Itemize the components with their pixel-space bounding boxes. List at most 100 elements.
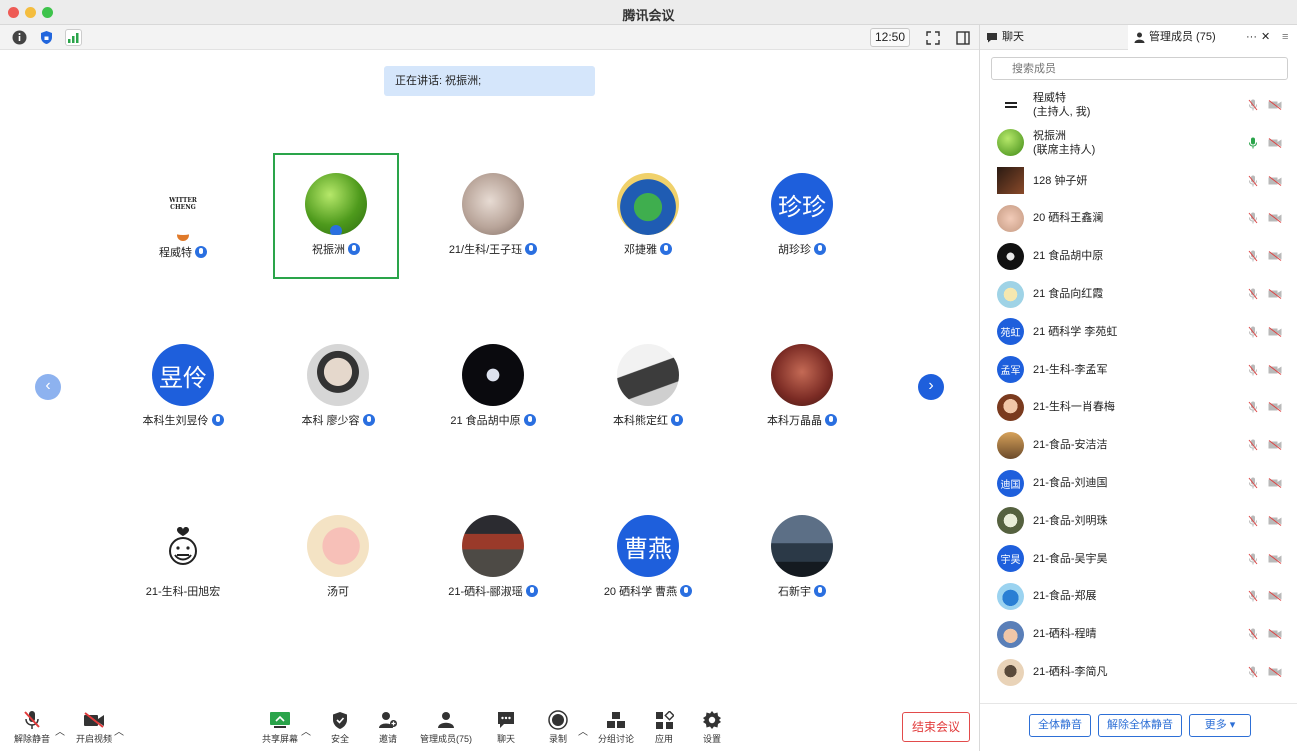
camera-off-icon[interactable] — [1268, 289, 1282, 299]
member-row[interactable]: 21-食品-刘明珠 — [980, 503, 1297, 539]
video-tile[interactable]: 21 食品胡中原 — [430, 324, 556, 450]
avatar — [617, 173, 679, 235]
member-row[interactable]: 20 硒科王鑫澜 — [980, 200, 1297, 236]
end-meeting-button[interactable]: 结束会议 — [902, 712, 970, 742]
member-row[interactable]: 程威特 (主持人, 我) — [980, 87, 1297, 123]
camera-off-icon[interactable] — [1268, 137, 1282, 148]
search-member-input[interactable] — [991, 57, 1288, 80]
video-tile[interactable]: 曹燕 20 硒科学 曹燕 — [585, 495, 711, 621]
cartoon-face-icon — [169, 527, 197, 565]
mic-muted-icon — [21, 710, 43, 730]
member-row[interactable]: 21-硒科-程晴 — [980, 616, 1297, 652]
more-options-icon[interactable]: ··· — [1246, 25, 1257, 50]
video-tile[interactable]: 21-硒科-郦淑瑶 — [430, 495, 556, 621]
camera-off-icon[interactable] — [1268, 629, 1282, 640]
signal-strength-icon[interactable] — [65, 29, 82, 46]
settings-button[interactable]: 设置 — [682, 710, 742, 745]
speaking-indicator: 正在讲话: 祝振洲; — [384, 66, 595, 96]
member-row[interactable]: 21-食品-郑展 — [980, 578, 1297, 614]
mic-muted-icon[interactable] — [1248, 553, 1258, 565]
camera-off-icon[interactable] — [1268, 175, 1282, 186]
camera-off-icon[interactable] — [1268, 364, 1282, 375]
chat-button[interactable]: 聊天 — [476, 710, 536, 745]
member-row[interactable]: 宇昊 21-食品-吴宇昊 — [980, 541, 1297, 577]
member-row[interactable]: 21-硒科-李简凡 — [980, 654, 1297, 690]
tab-chat[interactable]: 聊天 — [986, 25, 1024, 50]
next-page-button[interactable]: › — [918, 374, 944, 400]
camera-off-icon[interactable] — [1268, 515, 1282, 526]
more-button[interactable]: 更多 ▾ — [1189, 714, 1251, 737]
breakout-icon — [605, 710, 627, 730]
video-tile[interactable]: 石新宇 — [739, 495, 865, 621]
video-tile[interactable]: 汤可 — [275, 495, 401, 621]
info-icon[interactable] — [11, 29, 28, 46]
video-tile[interactable]: 本科 廖少容 — [275, 324, 401, 450]
previous-page-button[interactable]: ‹ — [35, 374, 61, 400]
manage-members-button[interactable]: 管理成员(75) — [414, 710, 478, 745]
video-options-chevron-icon[interactable]: ︿ — [114, 723, 124, 738]
video-tile[interactable]: 邓捷雅 — [585, 153, 711, 279]
member-row[interactable]: 21 食品胡中原 — [980, 238, 1297, 274]
layout-sidebar-icon[interactable] — [954, 29, 971, 46]
mic-muted-icon[interactable] — [1248, 401, 1258, 413]
video-tile[interactable]: 21/生科/王子珏 — [430, 153, 556, 279]
meeting-bottom-toolbar: 解除静音 ︿ 开启视频 ︿ 共享屏幕 ︿ 安全 邀请 管理成员(75) 聊天 录… — [0, 700, 979, 751]
camera-off-icon[interactable] — [1268, 478, 1282, 488]
camera-off-icon[interactable] — [1268, 667, 1282, 677]
camera-off-icon[interactable] — [1268, 440, 1282, 451]
mic-muted-icon[interactable] — [1248, 628, 1258, 640]
camera-off-icon[interactable] — [1268, 251, 1282, 262]
mic-muted-icon[interactable] — [1248, 175, 1258, 187]
video-tile[interactable]: 本科熊定红 — [585, 324, 711, 450]
mic-muted-icon[interactable] — [1248, 666, 1258, 678]
member-row[interactable]: 祝振洲 (联席主持人) — [980, 125, 1297, 161]
camera-off-icon[interactable] — [1268, 553, 1282, 564]
video-tile[interactable]: WITTER CHENG 程威特 — [120, 153, 246, 279]
camera-off-icon[interactable] — [1268, 591, 1282, 602]
fullscreen-icon[interactable] — [924, 29, 941, 46]
video-tile[interactable]: 珍珍 胡珍珍 — [739, 153, 865, 279]
mic-status-icon — [211, 414, 224, 426]
members-panel: 聊天 管理成员 (75) ··· ✕ ≡ 程威特(主持人, 我) 祝振洲(联席主持… — [979, 25, 1297, 751]
member-row[interactable]: 21-食品-安洁洁 — [980, 427, 1297, 463]
camera-off-icon[interactable] — [1268, 100, 1282, 110]
mic-muted-icon[interactable] — [1248, 99, 1258, 111]
menu-icon[interactable]: ≡ — [1282, 25, 1288, 50]
participant-name: 邓捷雅 — [624, 241, 672, 257]
video-tile[interactable]: 21-生科-田旭宏 — [120, 495, 246, 621]
mic-muted-icon[interactable] — [1248, 477, 1258, 489]
mic-muted-icon[interactable] — [1248, 364, 1258, 376]
video-tile[interactable]: 本科万晶晶 — [739, 324, 865, 450]
mic-muted-icon[interactable] — [1248, 439, 1258, 451]
member-row[interactable]: 21 食品向红霞 — [980, 276, 1297, 312]
avatar: 宇昊 — [997, 545, 1024, 573]
mic-muted-icon[interactable] — [1248, 590, 1258, 602]
mic-muted-icon[interactable] — [1248, 212, 1258, 224]
close-icon[interactable]: ✕ — [1261, 25, 1270, 50]
member-row[interactable]: 苑虹 21 硒科学 李苑虹 — [980, 314, 1297, 350]
mute-all-button[interactable]: 全体静音 — [1029, 714, 1091, 737]
video-tile[interactable]: 祝振洲 — [273, 153, 399, 279]
security-shield-icon[interactable] — [38, 29, 55, 46]
participant-name: 21-硒科-郦淑瑶 — [448, 583, 538, 599]
mic-muted-icon[interactable] — [1248, 326, 1258, 338]
mic-on-icon[interactable] — [1248, 137, 1258, 149]
title-bar: 腾讯会议 — [0, 0, 1297, 25]
member-row[interactable]: 128 钟子妍 — [980, 163, 1297, 199]
camera-off-icon[interactable] — [1268, 213, 1282, 224]
tab-manage-members[interactable]: 管理成员 (75) — [1128, 25, 1297, 50]
mic-muted-icon[interactable] — [1248, 515, 1258, 527]
participant-name: 21/生科/王子珏 — [449, 241, 538, 257]
member-row[interactable]: 孟军 21-生科-李孟军 — [980, 352, 1297, 388]
unmute-all-button[interactable]: 解除全体静音 — [1098, 714, 1182, 737]
invite-button[interactable]: 邀请 — [358, 710, 418, 745]
mic-muted-icon[interactable] — [1248, 250, 1258, 262]
video-tile[interactable]: 昱伶 本科生刘昱伶 — [120, 324, 246, 450]
mic-status-icon — [195, 246, 207, 258]
mic-muted-icon[interactable] — [1248, 288, 1258, 300]
unmute-button[interactable]: 解除静音 — [2, 710, 62, 745]
camera-off-icon[interactable] — [1268, 326, 1282, 337]
member-row[interactable]: 21-生科一肖春梅 — [980, 389, 1297, 425]
member-row[interactable]: 迪国 21-食品-刘迪国 — [980, 465, 1297, 501]
camera-off-icon[interactable] — [1268, 402, 1282, 413]
